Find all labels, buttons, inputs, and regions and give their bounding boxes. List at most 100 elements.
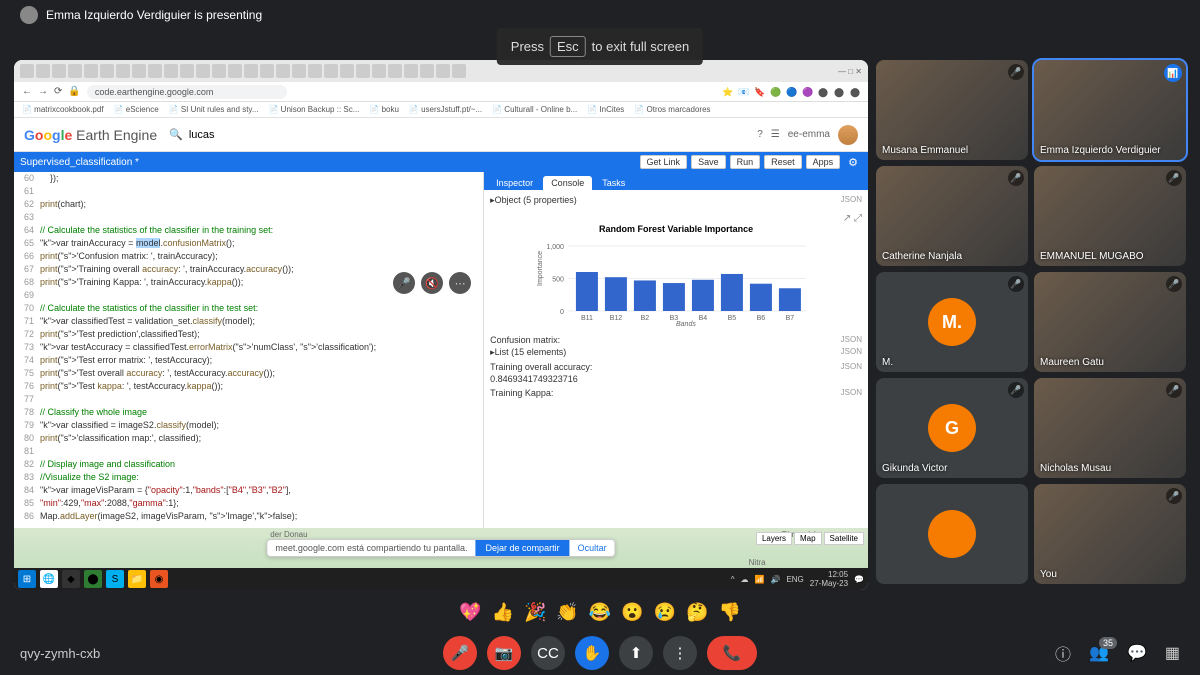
console-panel: Inspector Console Tasks ▸Object (5 prope… — [483, 172, 868, 528]
bookmark-item[interactable]: 📄 Unison Backup :: Sc... — [269, 105, 360, 114]
people-icon[interactable]: 👥 — [1089, 643, 1109, 663]
info-icon[interactable]: ⓘ — [1055, 641, 1071, 665]
reaction-emoji[interactable]: 😂 — [589, 602, 611, 623]
reaction-emoji[interactable]: 😢 — [654, 602, 676, 623]
participant-tile[interactable]: Catherine Nanjala🎤 — [876, 166, 1028, 266]
gear-icon[interactable]: ⚙ — [844, 156, 862, 169]
reaction-emoji[interactable]: 👍 — [492, 602, 514, 623]
layers-button[interactable]: Layers — [756, 532, 792, 545]
feedback-icon[interactable]: ☰ — [771, 129, 780, 140]
forward-icon[interactable]: → — [38, 86, 48, 97]
gee-search[interactable]: 🔍 — [169, 128, 269, 141]
app-icon[interactable]: ◆ — [62, 570, 80, 588]
map-type-button[interactable]: Map — [794, 532, 822, 545]
participant-tile[interactable]: Musana Emmanuel🎤 — [876, 60, 1028, 160]
bookmark-item[interactable]: 📄 Otros marcadores — [634, 105, 710, 114]
reset-button[interactable]: Reset — [764, 155, 802, 169]
participant-tile[interactable] — [876, 484, 1028, 584]
url-input[interactable]: code.earthengine.google.com — [87, 85, 287, 99]
bookmark-item[interactable]: 📄 usersJstuff.pt/~... — [409, 105, 482, 114]
reaction-emoji[interactable]: 😮 — [621, 602, 643, 623]
code-editor[interactable]: 🎤 🔇 ⋯ 60 });6162print(chart);6364// Calc… — [14, 172, 483, 528]
run-button[interactable]: Run — [730, 155, 761, 169]
cloud-icon[interactable]: ☁ — [741, 575, 749, 584]
explorer-icon[interactable]: 📁 — [128, 570, 146, 588]
stop-sharing-button[interactable]: Dejar de compartir — [476, 540, 570, 556]
muted-icon: 🎤 — [1166, 170, 1182, 186]
svg-text:0: 0 — [560, 309, 564, 316]
present-button[interactable]: ⬆ — [619, 636, 653, 670]
svg-text:B6: B6 — [757, 315, 766, 322]
script-tab-name[interactable]: Supervised_classification * — [20, 157, 139, 168]
gee-avatar-icon[interactable] — [838, 125, 858, 145]
participant-tile[interactable]: EMMANUEL MUGABO🎤 — [1034, 166, 1186, 266]
save-button[interactable]: Save — [691, 155, 726, 169]
getlink-button[interactable]: Get Link — [640, 155, 688, 169]
gee-username[interactable]: ee-emma — [788, 129, 830, 140]
tab-console[interactable]: Console — [543, 176, 592, 190]
svg-text:500: 500 — [552, 277, 564, 284]
participant-tile[interactable]: M.M.🎤 — [876, 272, 1028, 372]
more-options-button[interactable]: ⋮ — [663, 636, 697, 670]
tab-tasks[interactable]: Tasks — [594, 176, 633, 190]
raise-hand-button[interactable]: ✋ — [575, 636, 609, 670]
wifi-icon[interactable]: 📶 — [755, 575, 765, 584]
bookmark-item[interactable]: 📄 eScience — [114, 105, 159, 114]
reaction-emoji[interactable]: 👏 — [556, 602, 578, 623]
mic-overlay: 🎤 🔇 ⋯ — [393, 272, 471, 294]
chat-icon[interactable]: 💬 — [1127, 643, 1147, 663]
windows-start-icon[interactable]: ⊞ — [18, 570, 36, 588]
reaction-emoji[interactable]: 👎 — [718, 602, 740, 623]
back-icon[interactable]: ← — [22, 86, 32, 97]
svg-text:B4: B4 — [699, 315, 708, 322]
reaction-emoji[interactable]: 🎉 — [524, 602, 546, 623]
hide-notice-button[interactable]: Ocultar — [570, 540, 615, 556]
taskbar-clock[interactable]: 12:05 27-May-23 — [810, 570, 848, 588]
reactions-bar: 💖 👍 🎉 👏 😂 😮 😢 🤔 👎 — [459, 602, 741, 623]
volume-icon[interactable]: 🔊 — [770, 575, 780, 584]
search-input[interactable] — [189, 129, 269, 141]
windows-taskbar: ⊞ 🌐 ◆ ⬤ S 📁 ◉ ^ ☁ 📶 🔊 ENG 12:05 27-May-2… — [14, 568, 868, 590]
reaction-emoji[interactable]: 🤔 — [686, 602, 708, 623]
bookmark-item[interactable]: 📄 matrixcookbook.pdf — [22, 105, 104, 114]
help-icon[interactable]: ? — [757, 129, 763, 140]
reaction-emoji[interactable]: 💖 — [459, 602, 481, 623]
bookmark-item[interactable]: 📄 SI Unit rules and sty... — [169, 105, 259, 114]
bookmark-item[interactable]: 📄 InCites — [587, 105, 624, 114]
captions-button[interactable]: CC — [531, 636, 565, 670]
skype-icon[interactable]: S — [106, 570, 124, 588]
gee-logo: Google Earth Engine — [24, 127, 157, 143]
reload-icon[interactable]: ⟳ — [54, 86, 62, 97]
tray-up-icon[interactable]: ^ — [731, 575, 735, 584]
end-call-button[interactable]: 📞 — [707, 636, 757, 670]
participant-tile[interactable]: GGikunda Victor🎤 — [876, 378, 1028, 478]
app-icon[interactable]: ⬤ — [84, 570, 102, 588]
search-icon: 🔍 — [169, 128, 183, 141]
notifications-icon[interactable]: 💬 — [854, 575, 864, 584]
participants-grid: Musana Emmanuel🎤Emma Izquierdo Verdiguie… — [876, 60, 1186, 590]
mic-muted-icon: 🎤 — [393, 272, 415, 294]
participant-tile[interactable]: Emma Izquierdo Verdiguier📊 — [1034, 60, 1186, 160]
gee-map[interactable]: der Donau Rimavská Nitra meet.google.com… — [14, 528, 868, 568]
participant-tile[interactable]: Maureen Gatu🎤 — [1034, 272, 1186, 372]
svg-text:B2: B2 — [641, 315, 650, 322]
muted-icon: 🎤 — [1008, 276, 1024, 292]
activities-icon[interactable]: ▦ — [1165, 643, 1180, 663]
browser-url-bar: ← → ⟳ 🔒 code.earthengine.google.com ⭐📧🔖🟢… — [14, 82, 868, 102]
chrome-icon[interactable]: 🌐 — [40, 570, 58, 588]
apps-button[interactable]: Apps — [806, 155, 841, 169]
ubuntu-icon[interactable]: ◉ — [150, 570, 168, 588]
tab-inspector[interactable]: Inspector — [488, 176, 541, 190]
lang-indicator[interactable]: ENG — [786, 575, 803, 584]
muted-icon: 🎤 — [1008, 382, 1024, 398]
bookmark-item[interactable]: 📄 boku — [369, 105, 399, 114]
presenter-avatar-icon — [20, 6, 38, 24]
participant-tile[interactable]: You🎤 — [1034, 484, 1186, 584]
bookmark-item[interactable]: 📄 Culturall - Online b... — [492, 105, 577, 114]
svg-text:B5: B5 — [728, 315, 737, 322]
svg-text:B11: B11 — [581, 315, 593, 322]
participant-tile[interactable]: Nicholas Musau🎤 — [1034, 378, 1186, 478]
satellite-button[interactable]: Satellite — [824, 532, 864, 545]
mic-button[interactable]: 🎤 — [443, 636, 477, 670]
camera-button[interactable]: 📷 — [487, 636, 521, 670]
